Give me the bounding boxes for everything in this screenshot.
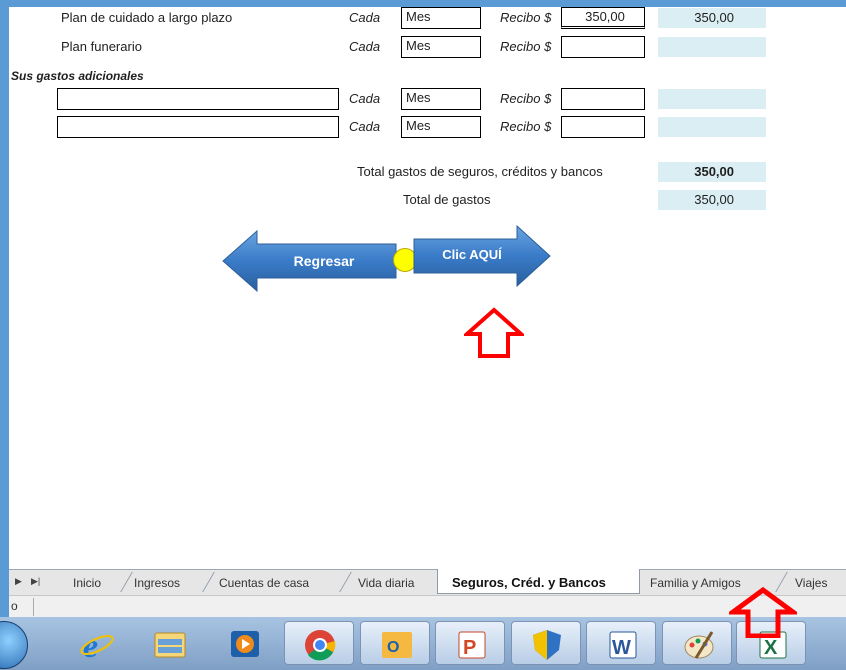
amount-field[interactable] [561, 88, 645, 110]
tab-inicio[interactable]: Inicio [73, 576, 101, 590]
svg-text:P: P [463, 637, 476, 659]
security-shield-icon [533, 630, 561, 660]
internet-explorer-icon: e [80, 628, 114, 661]
section-heading: Sus gastos adicionales [11, 69, 144, 83]
paint-icon [684, 631, 714, 659]
taskbar-chrome-button[interactable] [284, 621, 354, 665]
taskbar-security-button[interactable] [511, 621, 581, 665]
svg-text:X: X [764, 637, 778, 659]
sheet-tab-bar: ▶ ▶| Inicio Ingresos Cuentas de casa Vid… [9, 569, 846, 596]
recibo-label: Recibo $ [500, 91, 552, 106]
expense-name-field[interactable] [57, 116, 339, 138]
powerpoint-icon: P [458, 631, 486, 659]
result-cell [658, 117, 766, 137]
media-player-icon [231, 631, 259, 657]
tab-separator [339, 572, 352, 592]
tab-seguros[interactable]: Seguros, Créd. y Bancos [452, 575, 606, 590]
back-button[interactable]: Regresar [219, 230, 397, 292]
cada-label: Cada [349, 91, 381, 106]
tab-separator [120, 572, 133, 592]
red-up-arrow-icon [464, 307, 524, 358]
result-cell [658, 37, 766, 57]
next-button[interactable]: Clic AQUÍ [413, 225, 551, 287]
tab-ingresos[interactable]: Ingresos [134, 576, 180, 590]
recibo-label: Recibo $ [500, 39, 552, 54]
status-divider [33, 598, 34, 616]
tab-separator [202, 572, 215, 592]
tab-familia-y-amigos[interactable]: Familia y Amigos [650, 576, 741, 590]
svg-text:O: O [387, 639, 399, 656]
back-button-label: Regresar [293, 253, 355, 269]
outlook-icon: O [382, 632, 412, 658]
taskbar-explorer-button[interactable] [133, 621, 203, 665]
row-label: Plan funerario [61, 39, 142, 54]
word-icon: W [609, 631, 637, 659]
frequency-field[interactable]: Mes [401, 36, 481, 58]
taskbar-outlook-button[interactable]: O [360, 621, 430, 665]
recibo-label: Recibo $ [500, 119, 552, 134]
svg-text:W: W [612, 637, 631, 659]
amount-field[interactable] [561, 116, 645, 138]
frequency-field[interactable]: Mes [401, 116, 481, 138]
taskbar-media-button[interactable] [208, 621, 278, 665]
window-frame-left [0, 0, 9, 670]
amount-field[interactable] [561, 36, 645, 58]
recibo-label: Recibo $ [500, 10, 552, 25]
row-label: Plan de cuidado a largo plazo [61, 10, 233, 25]
tab-cuentas-de-casa[interactable]: Cuentas de casa [219, 576, 309, 590]
status-text: o [11, 599, 18, 613]
tab-scroll-next-icon[interactable]: ▶ [15, 576, 22, 587]
insurance-total-label: Total gastos de seguros, créditos y banc… [357, 164, 603, 179]
cada-label: Cada [349, 39, 381, 54]
taskbar-word-button[interactable]: W [586, 621, 656, 665]
status-bar: o [9, 595, 846, 618]
tab-vida-diaria[interactable]: Vida diaria [358, 576, 414, 590]
red-up-arrow-icon [729, 586, 797, 638]
frequency-field[interactable]: Mes [401, 7, 481, 29]
result-cell: 350,00 [658, 8, 766, 28]
frequency-field[interactable]: Mes [401, 88, 481, 110]
next-button-label: Clic AQUÍ [442, 247, 502, 262]
tab-viajes[interactable]: Viajes [795, 576, 827, 590]
amount-field[interactable]: 350,00 [561, 7, 645, 29]
cada-label: Cada [349, 10, 381, 25]
expense-name-field[interactable] [57, 88, 339, 110]
grand-total-value: 350,00 [658, 190, 766, 210]
grand-total-label: Total de gastos [403, 192, 491, 207]
taskbar-powerpoint-button[interactable]: P [435, 621, 505, 665]
window-frame-top [0, 0, 846, 7]
chrome-icon [305, 630, 336, 661]
cada-label: Cada [349, 119, 381, 134]
tab-scroll-last-icon[interactable]: ▶| [31, 576, 40, 587]
taskbar: e O P W X [0, 617, 846, 670]
worksheet[interactable]: Plan de cuidado a largo plazo Cada Mes R… [9, 7, 846, 569]
taskbar-ie-button[interactable]: e [60, 621, 130, 665]
result-cell [658, 89, 766, 109]
file-explorer-icon [154, 632, 186, 658]
insurance-total-value: 350,00 [658, 162, 766, 182]
taskbar-paint-button[interactable] [662, 621, 732, 665]
start-orb-icon[interactable] [0, 621, 28, 669]
